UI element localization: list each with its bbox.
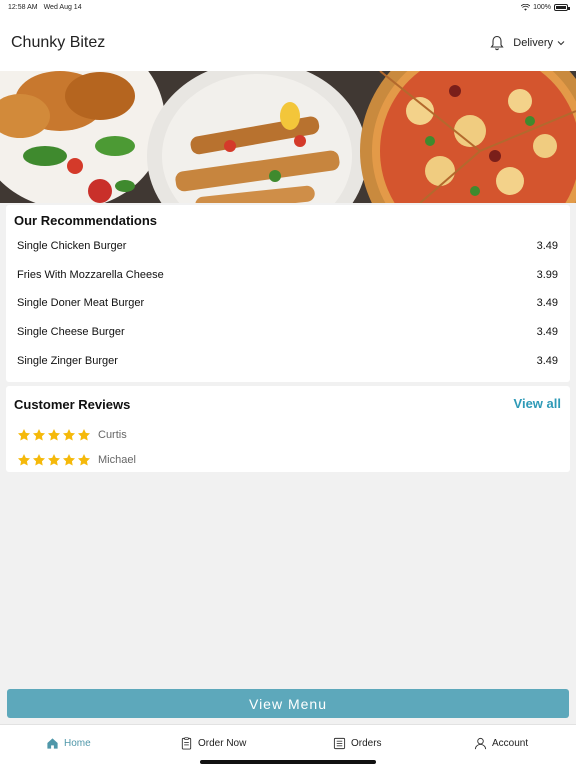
- status-right: 100%: [521, 3, 570, 11]
- page-title: Chunky Bitez: [11, 33, 106, 51]
- recommendation-item[interactable]: Fries With Mozzarella Cheese 3.99: [17, 265, 558, 285]
- star-icon: [47, 454, 61, 466]
- recommendations-card: Our Recommendations Single Chicken Burge…: [6, 205, 570, 382]
- item-name: Single Chicken Burger: [17, 240, 127, 252]
- tab-home[interactable]: Home: [46, 737, 91, 750]
- delivery-label: Delivery: [513, 36, 553, 49]
- tab-orders[interactable]: Orders: [333, 737, 382, 750]
- battery-icon: [554, 3, 570, 11]
- item-price: 3.99: [536, 269, 558, 281]
- reviewer-name: Curtis: [98, 429, 127, 441]
- item-name: Single Doner Meat Burger: [17, 297, 145, 309]
- star-rating: [17, 453, 91, 467]
- account-icon: [474, 737, 487, 750]
- recommendation-item[interactable]: Single Doner Meat Burger 3.49: [17, 293, 558, 313]
- view-menu-button[interactable]: View Menu: [7, 689, 569, 718]
- wifi-icon: [521, 3, 531, 11]
- review-item: Curtis: [17, 428, 127, 442]
- battery-percent: 100%: [533, 3, 551, 11]
- hero-food-image: [0, 71, 576, 203]
- orders-list-icon: [333, 737, 346, 750]
- star-icon: [32, 454, 46, 466]
- star-icon: [47, 429, 61, 441]
- item-name: Single Zinger Burger: [17, 355, 118, 367]
- tab-account[interactable]: Account: [474, 737, 528, 750]
- header-actions: Delivery: [490, 35, 565, 51]
- star-icon: [17, 454, 31, 466]
- app-header: Chunky Bitez Delivery: [0, 14, 576, 71]
- home-icon: [47, 738, 58, 749]
- item-name: Single Cheese Burger: [17, 326, 125, 338]
- status-bar: 12:58 AM Wed Aug 14 100%: [0, 0, 576, 14]
- star-icon: [17, 429, 31, 441]
- reviewer-name: Michael: [98, 454, 136, 466]
- star-icon: [62, 454, 76, 466]
- tab-order-now[interactable]: Order Now: [180, 737, 246, 750]
- view-all-link[interactable]: View all: [514, 396, 561, 411]
- hero-illustration: [0, 71, 576, 203]
- item-price: 3.49: [536, 297, 558, 309]
- order-icon: [181, 737, 192, 750]
- star-icon: [62, 429, 76, 441]
- reviews-title: Customer Reviews: [14, 397, 131, 412]
- recommendation-item[interactable]: Single Chicken Burger 3.49: [17, 236, 558, 256]
- tab-order-now-label: Order Now: [198, 738, 247, 749]
- chevron-down-icon: [557, 40, 565, 45]
- star-rating: [17, 428, 91, 442]
- tab-account-label: Account: [492, 738, 529, 749]
- recommendations-title: Our Recommendations: [14, 213, 158, 228]
- tab-home-label: Home: [64, 738, 91, 749]
- star-icon: [77, 429, 91, 441]
- delivery-select[interactable]: Delivery: [513, 37, 565, 49]
- home-indicator: [200, 760, 376, 764]
- status-time: 12:58 AM: [8, 3, 38, 11]
- star-icon: [77, 454, 91, 466]
- item-price: 3.49: [536, 355, 558, 367]
- recommendation-item[interactable]: Single Cheese Burger 3.49: [17, 322, 558, 342]
- bell-icon[interactable]: [490, 35, 504, 51]
- tab-orders-label: Orders: [351, 738, 382, 749]
- review-item: Michael: [17, 453, 136, 467]
- star-icon: [32, 429, 46, 441]
- item-price: 3.49: [536, 240, 558, 252]
- status-date: Wed Aug 14: [43, 3, 82, 11]
- recommendation-item[interactable]: Single Zinger Burger 3.49: [17, 351, 558, 371]
- item-name: Fries With Mozzarella Cheese: [17, 269, 164, 281]
- reviews-card: Customer Reviews View all Curtis Michael: [6, 386, 570, 472]
- item-price: 3.49: [536, 326, 558, 338]
